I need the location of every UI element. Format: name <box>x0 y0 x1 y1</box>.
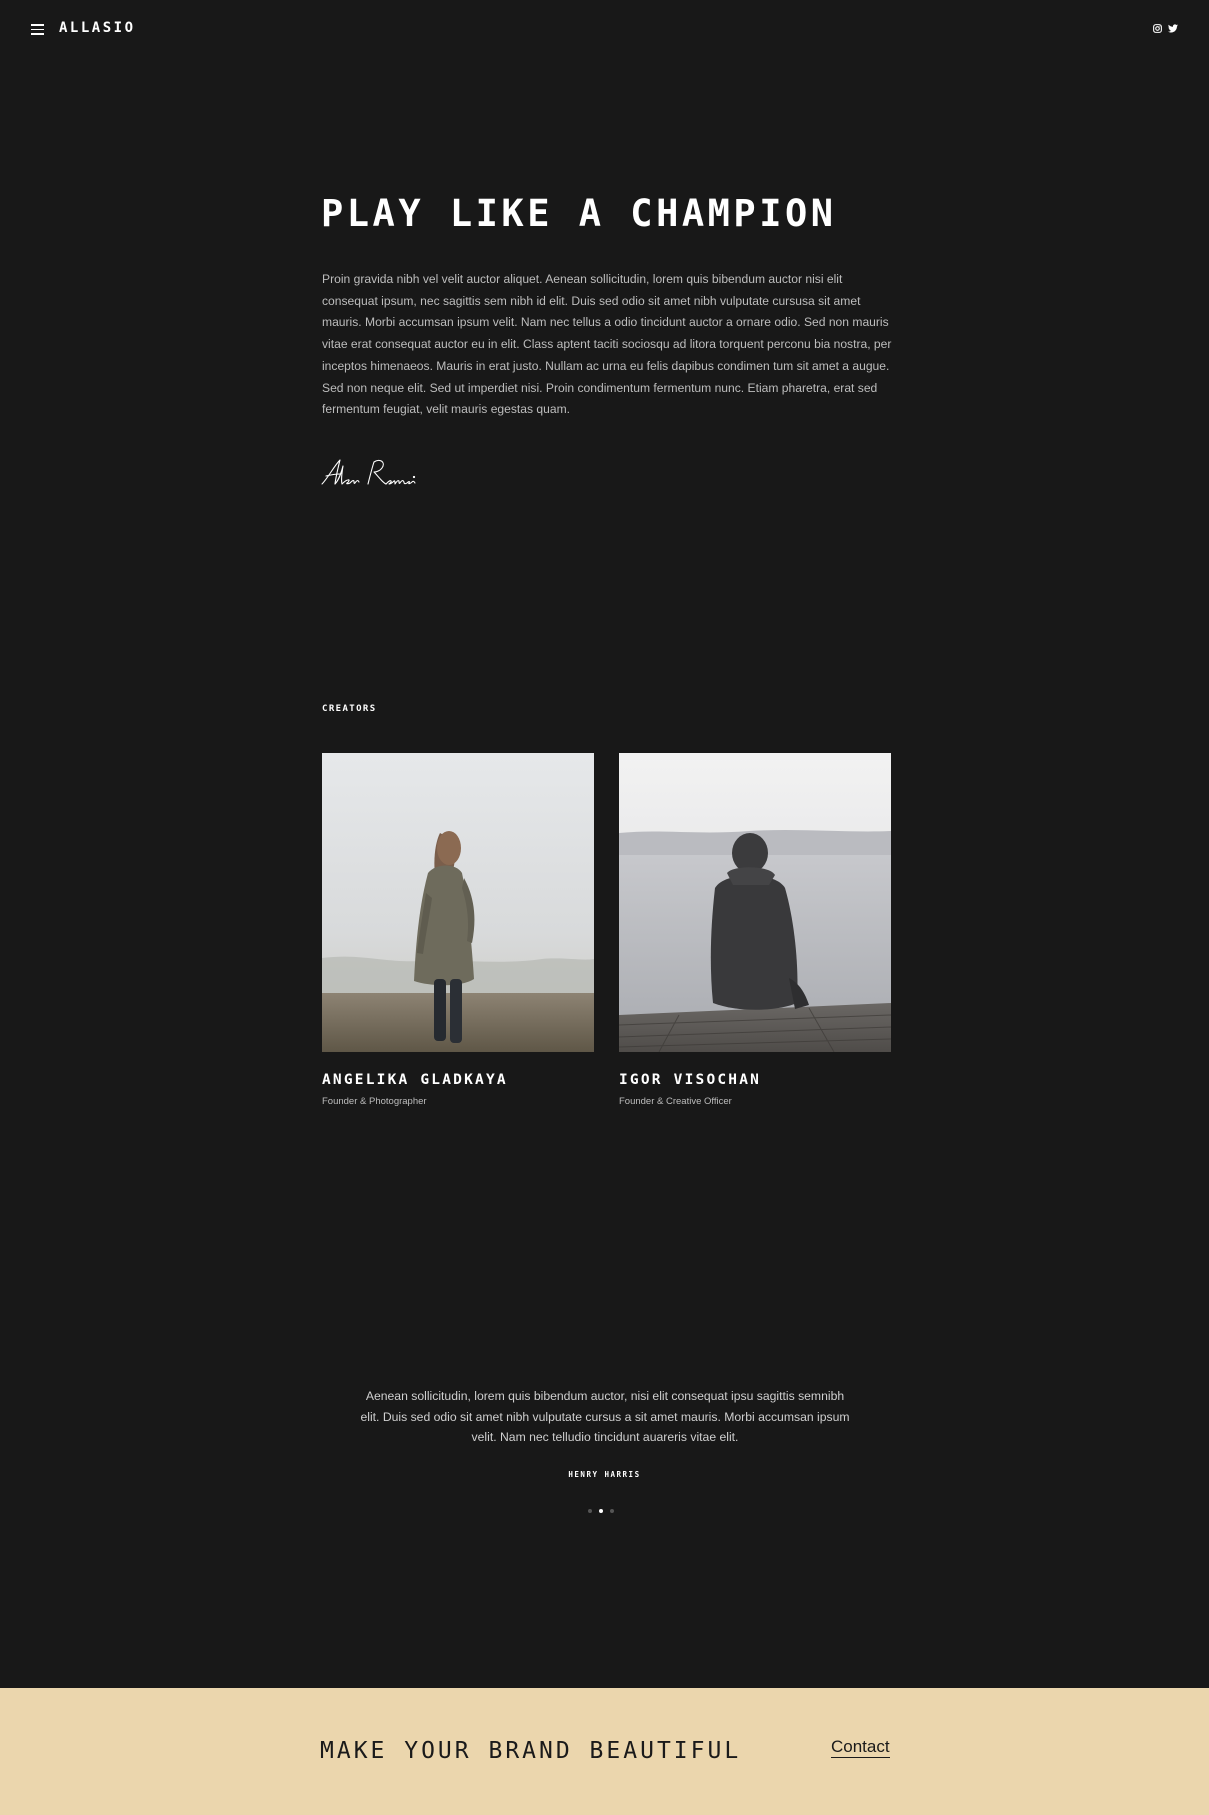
twitter-icon[interactable] <box>1168 24 1178 33</box>
page-title: PLAY LIKE A CHAMPION <box>321 192 837 235</box>
carousel-dot[interactable] <box>610 1509 614 1513</box>
intro-paragraph: Proin gravida nibh vel velit auctor aliq… <box>322 272 892 417</box>
site-logo[interactable]: ALLASIO <box>59 20 136 36</box>
creator-photo[interactable] <box>322 753 594 1052</box>
signature-image <box>320 456 420 501</box>
creator-role: Founder & Creative Officer <box>619 1096 732 1107</box>
carousel-dots <box>588 1509 614 1513</box>
testimonial-quote: Aenean sollicitudin, lorem quis bibendum… <box>360 1389 850 1444</box>
contact-link[interactable]: Contact <box>831 1738 890 1758</box>
instagram-icon[interactable] <box>1153 24 1162 33</box>
testimonial-author: HENRY HARRIS <box>568 1470 641 1479</box>
creator-card[interactable]: IGOR VISOCHAN Founder & Creative Officer <box>619 753 891 1107</box>
footer-banner: MAKE YOUR BRAND BEAUTIFUL Contact <box>0 1688 1209 1815</box>
hamburger-menu-icon[interactable] <box>31 24 44 35</box>
carousel-dot-active[interactable] <box>599 1509 603 1513</box>
social-links <box>1153 24 1178 33</box>
carousel-dot[interactable] <box>588 1509 592 1513</box>
creator-card[interactable]: ANGELIKA GLADKAYA Founder & Photographer <box>322 753 594 1107</box>
creator-role: Founder & Photographer <box>322 1096 427 1107</box>
site-header: ALLASIO <box>0 0 1209 60</box>
creator-photo[interactable] <box>619 753 891 1052</box>
footer-title: MAKE YOUR BRAND BEAUTIFUL <box>320 1738 742 1764</box>
signature-svg <box>321 459 416 485</box>
creator-name: IGOR VISOCHAN <box>619 1072 762 1088</box>
creator-name: ANGELIKA GLADKAYA <box>322 1072 508 1088</box>
creators-section-label: CREATORS <box>322 704 377 714</box>
